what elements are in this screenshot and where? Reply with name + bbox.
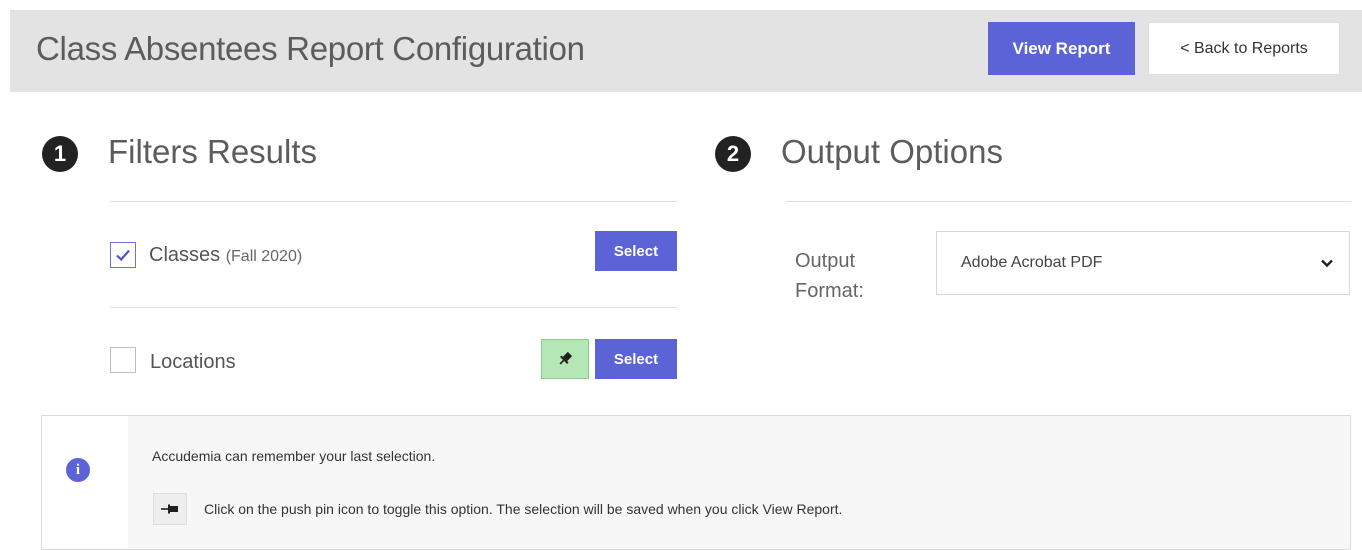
step-2-badge: 2 [715, 136, 751, 172]
filters-divider-top [110, 201, 677, 202]
locations-label: Locations [150, 351, 236, 373]
check-icon [116, 249, 130, 262]
info-pin-sample [153, 493, 187, 525]
push-pin-icon [559, 351, 573, 365]
page-header: Class Absentees Report Configuration Vie… [10, 10, 1362, 92]
classes-term: (Fall 2020) [225, 248, 303, 265]
info-remember-text: Accudemia can remember your last selecti… [152, 448, 436, 464]
filters-section-title: Filters Results [108, 133, 318, 170]
filters-divider-middle [110, 307, 677, 308]
page-title: Class Absentees Report Configuration [36, 30, 585, 67]
info-toggle-text: Click on the push pin icon to toggle thi… [204, 501, 843, 517]
back-to-reports-button[interactable]: < Back to Reports [1148, 22, 1340, 75]
push-pin-icon [161, 504, 178, 514]
info-icon: i [66, 458, 90, 482]
classes-select-button[interactable]: Select [595, 231, 677, 271]
output-format-label: Output Format: [795, 246, 864, 306]
output-format-label-line2: Format: [795, 280, 864, 302]
classes-checkbox[interactable] [110, 242, 136, 268]
locations-pin-button[interactable] [541, 339, 589, 379]
view-report-button[interactable]: View Report [988, 22, 1135, 75]
classes-label-text: Classes [149, 244, 221, 266]
output-format-select[interactable]: Adobe Acrobat PDF [936, 231, 1350, 295]
locations-select-button[interactable]: Select [595, 339, 677, 379]
info-panel: i Accudemia can remember your last selec… [41, 415, 1351, 550]
output-format-value: Adobe Acrobat PDF [961, 254, 1103, 271]
info-panel-sidebar: i [42, 416, 128, 549]
output-section-title: Output Options [781, 133, 1003, 170]
chevron-down-icon [1319, 255, 1335, 271]
output-divider-top [786, 201, 1351, 202]
locations-checkbox[interactable] [110, 347, 136, 373]
output-format-label-line1: Output [795, 250, 856, 272]
classes-label: Classes (Fall 2020) [149, 244, 302, 267]
step-1-badge: 1 [42, 136, 78, 172]
